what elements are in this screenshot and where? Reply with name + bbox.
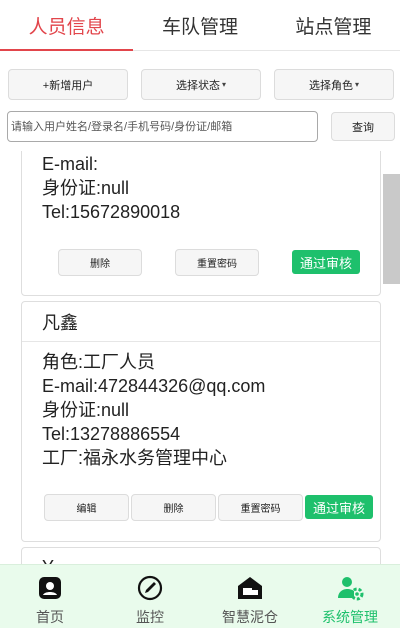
nav-monitor-label: 监控	[136, 609, 164, 625]
edit-button[interactable]: 编辑	[44, 494, 129, 521]
user-name: Y	[22, 548, 380, 564]
home-icon	[36, 574, 64, 602]
nav-system-management[interactable]: 系统管理	[300, 565, 400, 628]
search-row: 查询	[7, 111, 395, 142]
nav-smart-sludge[interactable]: 智慧泥仓	[200, 565, 300, 628]
reset-password-button[interactable]: 重置密码	[175, 249, 259, 276]
reset-password-label: 重置密码	[197, 259, 237, 270]
user-card: E-mail: 身份证:null Tel:15672890018 删除 重置密码…	[21, 151, 381, 296]
user-card: Y	[21, 547, 381, 564]
edit-label: 编辑	[76, 504, 97, 515]
user-card: 凡鑫 角色:工厂人员 E-mail:472844326@qq.com 身份证:n…	[21, 301, 381, 542]
chevron-down-icon: ▾	[354, 80, 359, 89]
add-user-label: +新增用户	[42, 79, 94, 92]
select-role-dropdown[interactable]: 选择角色 ▾	[274, 69, 394, 100]
monitor-icon	[136, 574, 164, 602]
filter-bar: +新增用户 选择状态 ▾ 选择角色 ▾	[8, 69, 394, 100]
user-role: 角色:工厂人员	[42, 352, 156, 372]
delete-button[interactable]: 删除	[58, 249, 142, 276]
add-user-button[interactable]: +新增用户	[8, 69, 128, 100]
user-factory: 工厂:福永水务管理中心	[42, 448, 227, 468]
nav-system-management-label: 系统管理	[322, 609, 378, 625]
tab-station-management[interactable]: 站点管理	[267, 0, 400, 50]
user-id-card: 身份证:null	[42, 400, 130, 420]
nav-home[interactable]: 首页	[0, 565, 100, 628]
nav-home-label: 首页	[36, 609, 64, 625]
query-label: 查询	[352, 121, 374, 134]
delete-label: 删除	[163, 504, 184, 515]
delete-label: 删除	[90, 259, 110, 270]
user-name: 凡鑫	[22, 302, 380, 342]
chevron-down-icon: ▾	[221, 80, 226, 89]
scrollbar-thumb[interactable]	[383, 174, 400, 284]
select-role-label: 选择角色	[308, 79, 353, 92]
user-settings-icon	[336, 574, 364, 602]
warehouse-truck-icon	[236, 574, 264, 602]
reset-password-label: 重置密码	[240, 504, 281, 515]
user-email: E-mail:472844326@qq.com	[42, 376, 266, 396]
user-email: E-mail:	[42, 154, 99, 174]
approve-button[interactable]: 通过审核	[292, 250, 360, 274]
search-input[interactable]	[7, 111, 318, 142]
nav-monitor[interactable]: 监控	[100, 565, 200, 628]
select-status-label: 选择状态	[175, 79, 220, 92]
user-card-list[interactable]: E-mail: 身份证:null Tel:15672890018 删除 重置密码…	[0, 151, 400, 564]
approve-label: 通过审核	[312, 500, 365, 516]
user-tel: Tel:13278886554	[42, 424, 181, 444]
nav-smart-sludge-label: 智慧泥仓	[222, 609, 278, 625]
tab-personnel-info[interactable]: 人员信息	[0, 0, 134, 51]
approve-label: 通过审核	[299, 255, 352, 271]
user-tel: Tel:15672890018	[42, 202, 181, 222]
top-tab-bar: 人员信息 车队管理 站点管理	[0, 0, 400, 51]
select-status-dropdown[interactable]: 选择状态 ▾	[141, 69, 261, 100]
reset-password-button[interactable]: 重置密码	[218, 494, 303, 521]
tab-fleet-management[interactable]: 车队管理	[133, 0, 266, 50]
approve-button[interactable]: 通过审核	[305, 495, 373, 519]
user-id-card: 身份证:null	[42, 178, 130, 198]
delete-button[interactable]: 删除	[131, 494, 216, 521]
query-button[interactable]: 查询	[331, 112, 395, 141]
bottom-nav-bar: 首页 监控 智慧泥仓 系统管理	[0, 564, 400, 628]
